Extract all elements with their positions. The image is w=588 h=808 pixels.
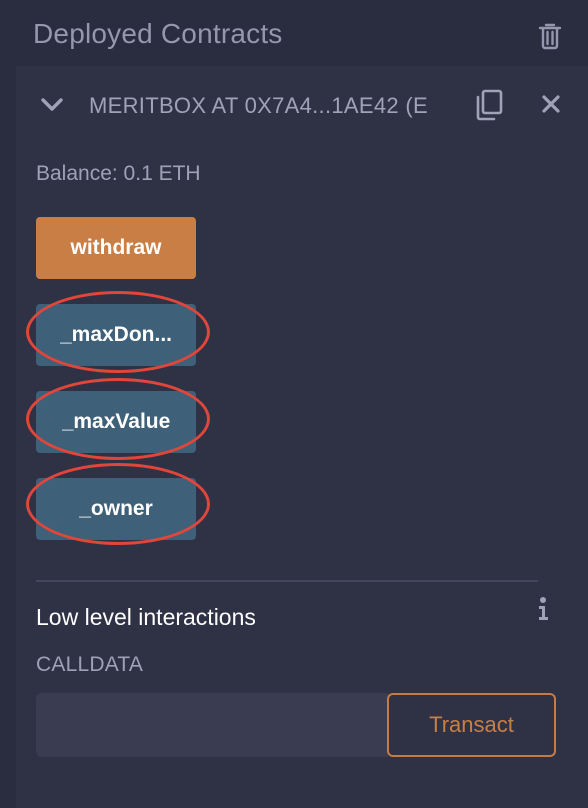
- max-value-button[interactable]: _maxValue: [36, 391, 196, 453]
- low-level-title: Low level interactions: [36, 604, 256, 630]
- trash-icon[interactable]: [537, 22, 563, 50]
- info-icon[interactable]: [533, 596, 553, 622]
- max-value-button-label: _maxValue: [61, 410, 171, 433]
- close-icon[interactable]: [541, 94, 561, 114]
- calldata-input[interactable]: [36, 693, 388, 757]
- chevron-down-icon[interactable]: [40, 96, 64, 114]
- max-donation-button-label: _maxDon...: [59, 323, 173, 346]
- deployed-contract-panel: MERITBOX AT 0X7A4...1AE42 (E Balance: 0.…: [16, 66, 588, 808]
- contract-balance: Balance: 0.1 ETH: [36, 162, 201, 185]
- withdraw-button[interactable]: withdraw: [36, 217, 196, 279]
- divider: [36, 580, 538, 582]
- contract-header: MERITBOX AT 0X7A4...1AE42 (E: [16, 66, 588, 146]
- transact-button-label: Transact: [429, 712, 514, 737]
- calldata-label: CALLDATA: [36, 653, 144, 676]
- owner-button[interactable]: _owner: [36, 478, 196, 540]
- contract-name: MERITBOX AT 0X7A4...1AE42 (E: [89, 93, 428, 118]
- section-title: Deployed Contracts: [33, 18, 283, 49]
- withdraw-button-label: withdraw: [70, 236, 162, 259]
- copy-icon[interactable]: [474, 88, 504, 122]
- max-donation-button[interactable]: _maxDon...: [36, 304, 196, 366]
- transact-button[interactable]: Transact: [387, 693, 556, 757]
- owner-button-label: _owner: [79, 497, 153, 520]
